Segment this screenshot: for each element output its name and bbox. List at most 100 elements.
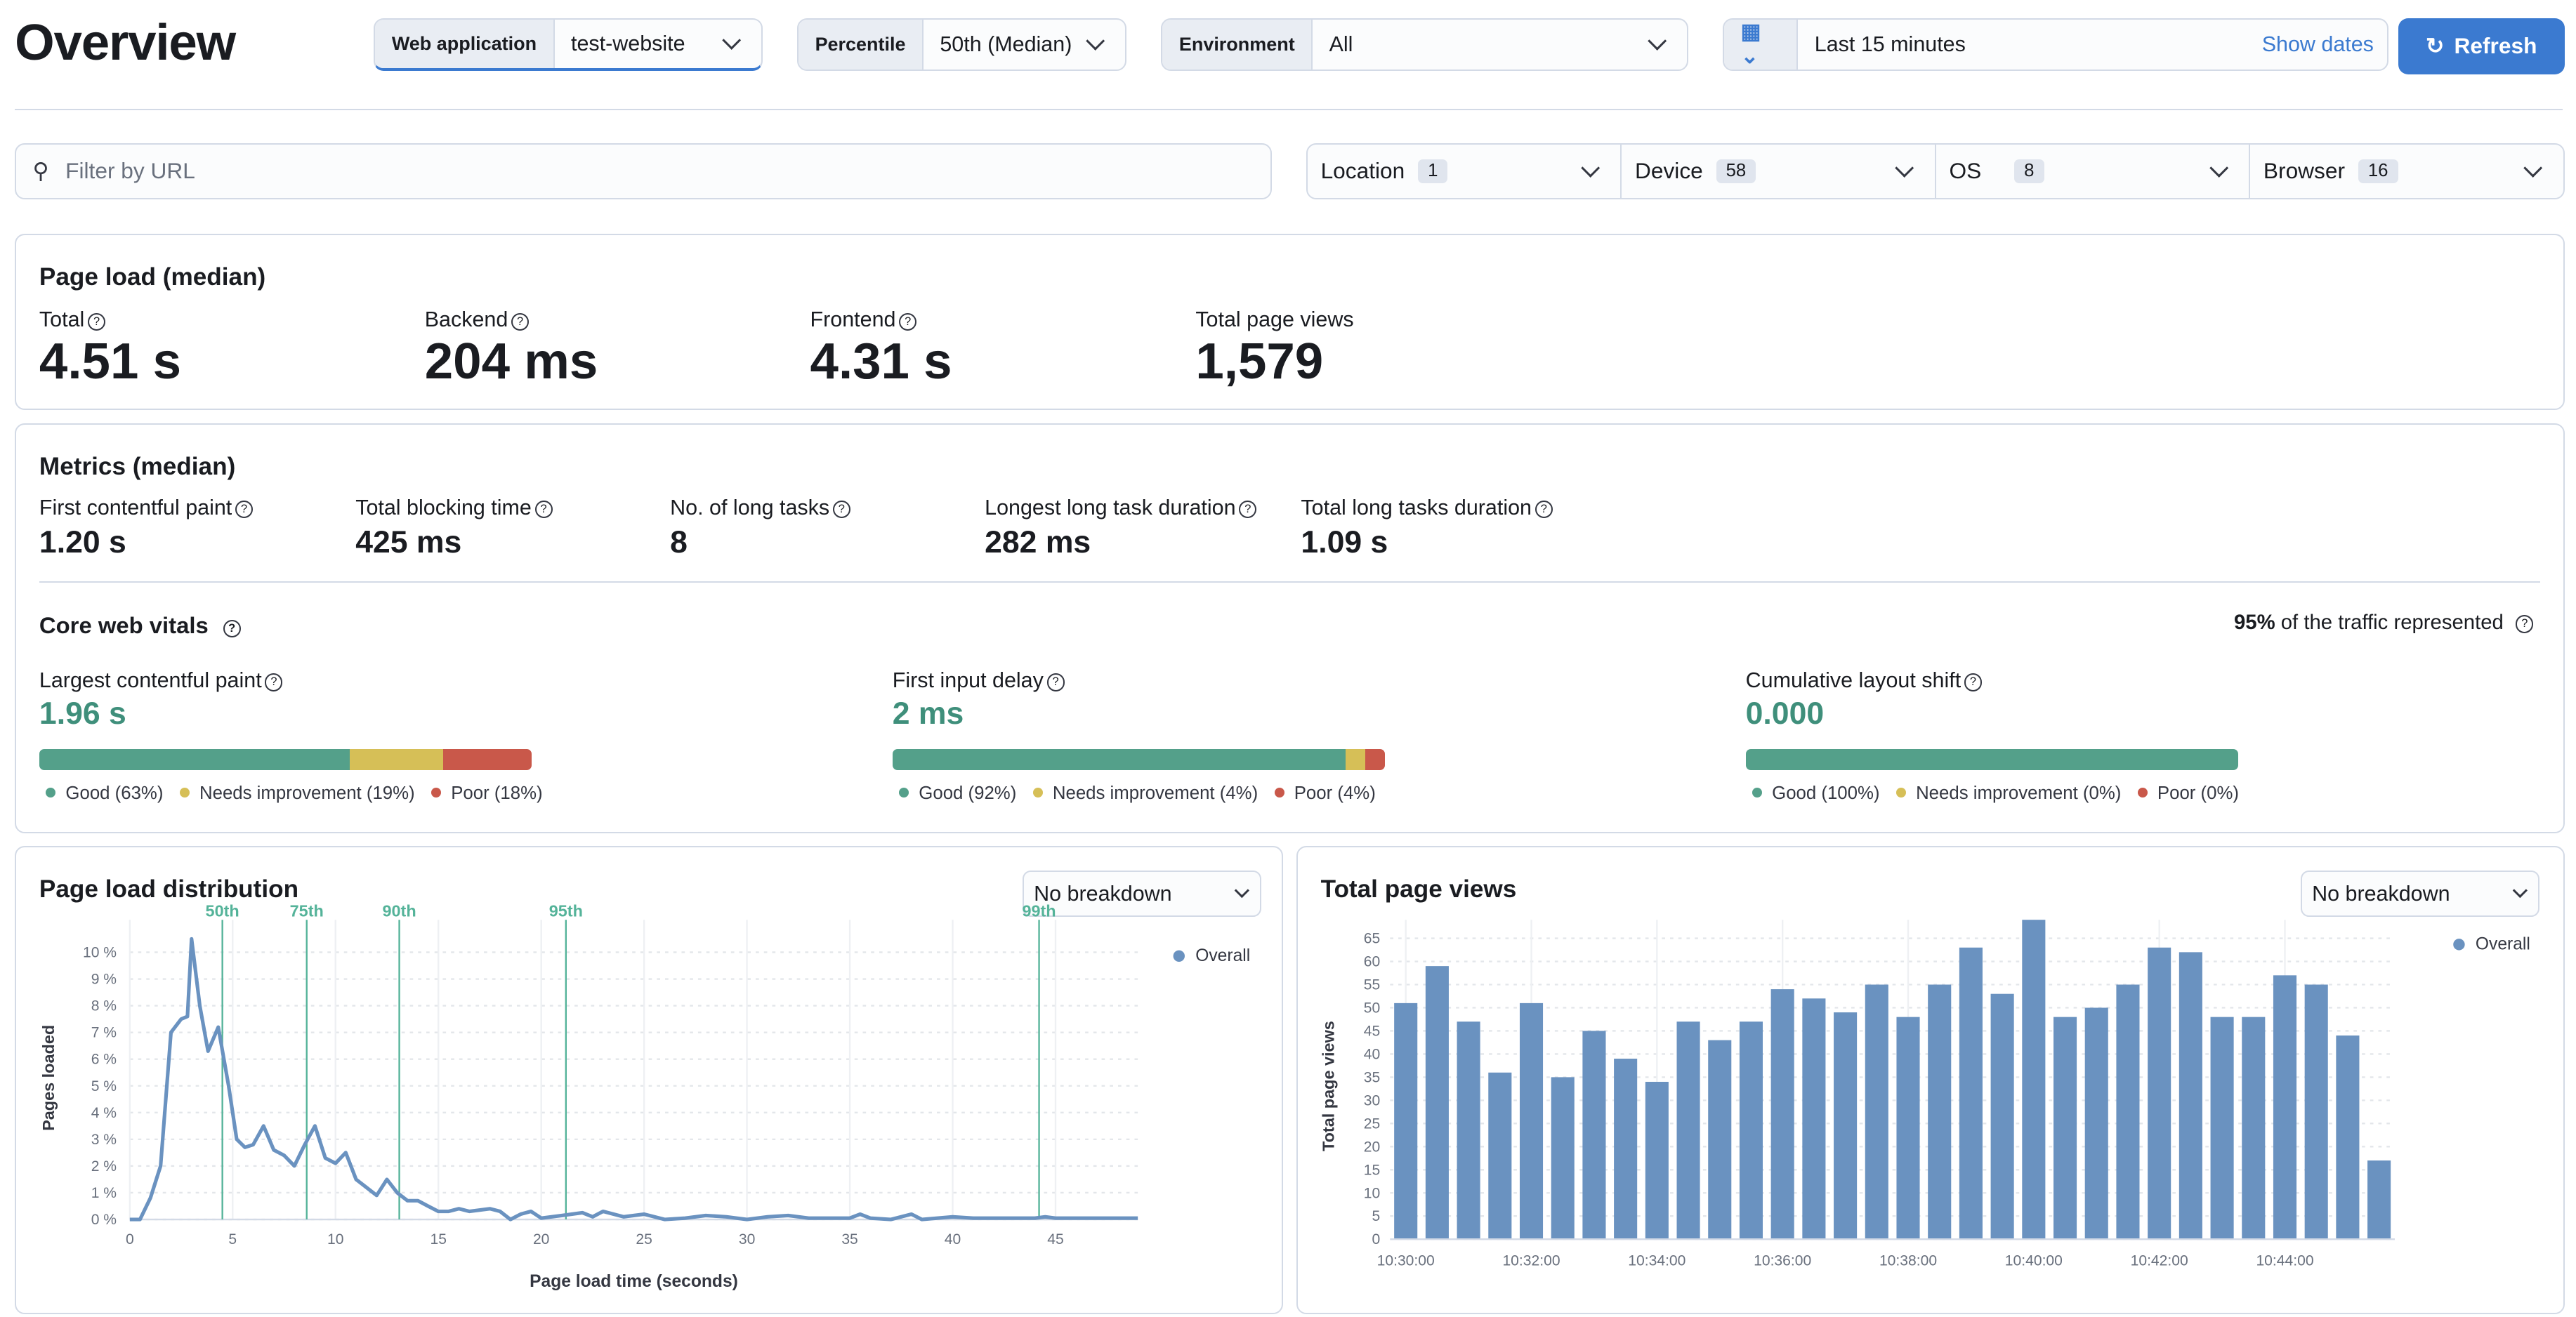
page-views-bar [2241,1017,2266,1240]
help-icon[interactable]: ? [2516,615,2534,633]
legend-text: Needs improvement (4%) [1052,783,1259,803]
x-tick-label: 45 [1047,1232,1063,1248]
legend-text: Needs improvement (19%) [199,783,415,803]
y-tick-label: 10 % [83,945,117,961]
x-tick-label: 5 [229,1232,237,1248]
stat-label-text: Total [39,307,85,332]
vital-legend: Good (100%) Needs improvement (0%) Poor (0… [1752,783,2239,804]
refresh-button[interactable]: ↻ Refresh [2398,18,2565,74]
stat-value: 204 ms [424,333,598,390]
filter-label: Browser [2263,158,2346,184]
poor-segment [1365,748,1385,771]
y-tick-label: 3 % [91,1132,117,1148]
legend-text: Good (92%) [919,783,1017,803]
count-badge: 1 [1418,159,1448,183]
filter-location[interactable]: Location 1 [1308,145,1622,198]
date-picker[interactable]: ▦ ⌄ Last 15 minutes Show dates [1723,18,2388,71]
x-tick-label: 10:44:00 [2256,1253,2313,1269]
stat-label: Total page views [1195,307,1353,332]
good-segment [39,748,350,771]
help-icon[interactable]: ? [223,619,241,637]
help-icon[interactable]: ? [511,312,530,331]
x-tick-label: 0 [126,1232,134,1248]
help-icon[interactable]: ? [832,501,850,519]
help-icon[interactable]: ? [1046,673,1065,691]
page-load-panel: Page load (median) Total? 4.51 s Backend? 2… [15,234,2565,410]
help-icon[interactable]: ? [534,501,553,519]
help-icon[interactable]: ? [1535,501,1553,519]
x-tick-label: 10 [327,1232,343,1248]
help-icon[interactable]: ? [235,501,254,519]
filter-browser[interactable]: Browser 16 [2250,145,2563,198]
legend-poor: Poor (0%) [2137,783,2239,804]
page-views-bar [2116,984,2140,1240]
page-views-bar [1393,1003,1417,1240]
filter-group: Location 1 Device 58 OS 8 Browser 16 [1306,143,2565,199]
divider [39,581,2540,583]
search-icon: ⚲ [32,158,49,184]
y-tick-label: 9 % [91,972,117,988]
vital-label-text: First input delay [892,668,1044,692]
url-filter-placeholder: Filter by URL [65,158,195,184]
help-icon[interactable]: ? [899,312,917,331]
page-views-bar [1613,1059,1637,1240]
page-views-bar [2210,1017,2234,1240]
url-filter-input[interactable]: ⚲ Filter by URL [15,143,1272,199]
x-tick-label: 10:34:00 [1628,1253,1685,1269]
filter-label: OS [1949,158,1982,184]
legend-needs-improvement: Needs improvement (0%) [1895,783,2121,804]
filter-os[interactable]: OS 8 [1936,145,2251,198]
y-tick-label: 0 [1372,1232,1380,1248]
show-dates-link[interactable]: Show dates [2262,32,2374,57]
percentile-label: 95th [549,902,583,920]
page-views-bar [1707,1040,1732,1240]
x-tick-label: 15 [431,1232,447,1248]
page-views-bar [1551,1077,1575,1240]
y-tick-label: 0 % [91,1212,117,1229]
web-application-value: test-website [570,31,685,55]
y-tick-label: 10 [1364,1186,1380,1202]
percentile-label: 99th [1023,902,1056,920]
vital-legend: Good (92%) Needs improvement (4%) Poor (4%… [899,783,1376,804]
stat-value: 4.31 s [810,333,952,390]
x-tick-label: 25 [636,1232,652,1248]
filter-device[interactable]: Device 58 [1622,145,1936,198]
help-icon[interactable]: ? [1964,673,1982,691]
page-views-bar [2147,948,2171,1240]
chevron-down-icon [2523,158,2543,178]
vital-value: 1.96 s [39,696,126,731]
environment-select[interactable]: Environment All [1161,18,1688,71]
vital-legend: Good (63%) Needs improvement (19%) Poor (1… [46,783,543,804]
help-icon[interactable]: ? [265,673,283,691]
help-icon[interactable]: ? [87,312,106,331]
x-tick-label: 10:32:00 [1502,1253,1560,1269]
metric-label: No. of long tasks? [670,496,850,520]
page-views-bar [1927,984,1952,1240]
page-views-bar [2179,952,2202,1240]
x-tick-label: 10:30:00 [1376,1253,1434,1269]
percentile-select[interactable]: Percentile 50th (Median) [797,18,1127,71]
page-views-bar [1739,1021,1763,1240]
y-tick-label: 35 [1364,1070,1380,1086]
y-tick-label: 55 [1364,977,1380,993]
needs-improvement-segment [349,748,443,771]
metric-label: First contentful paint? [39,496,254,520]
legend-good: Good (63%) [46,783,163,804]
legend-dot [2452,939,2465,951]
web-application-select[interactable]: Web application test-website [374,18,763,71]
good-segment [1745,748,2238,771]
distribution-chart: 0 % 1 % 2 % 3 % 4 % 5 % 6 % 7 % 8 % 9 % 10 % 0 5 10 15… [39,902,1250,1292]
y-tick-label: 15 [1364,1163,1380,1179]
x-tick-label: 10:38:00 [1879,1253,1937,1269]
y-tick-label: 30 [1364,1093,1380,1109]
refresh-icon: ↻ [2425,33,2445,59]
refresh-label: Refresh [2454,33,2537,59]
legend-needs-improvement: Needs improvement (19%) [179,783,415,804]
page-views-bar [2304,984,2328,1240]
help-icon[interactable]: ? [1239,501,1257,519]
chevron-down-icon [1895,158,1914,178]
y-tick-label: 1 % [91,1185,117,1201]
calendar-icon[interactable]: ▦ ⌄ [1724,19,1799,70]
y-axis-title: Total page views [1319,1021,1337,1152]
x-tick-label: 10:40:00 [2005,1253,2063,1269]
